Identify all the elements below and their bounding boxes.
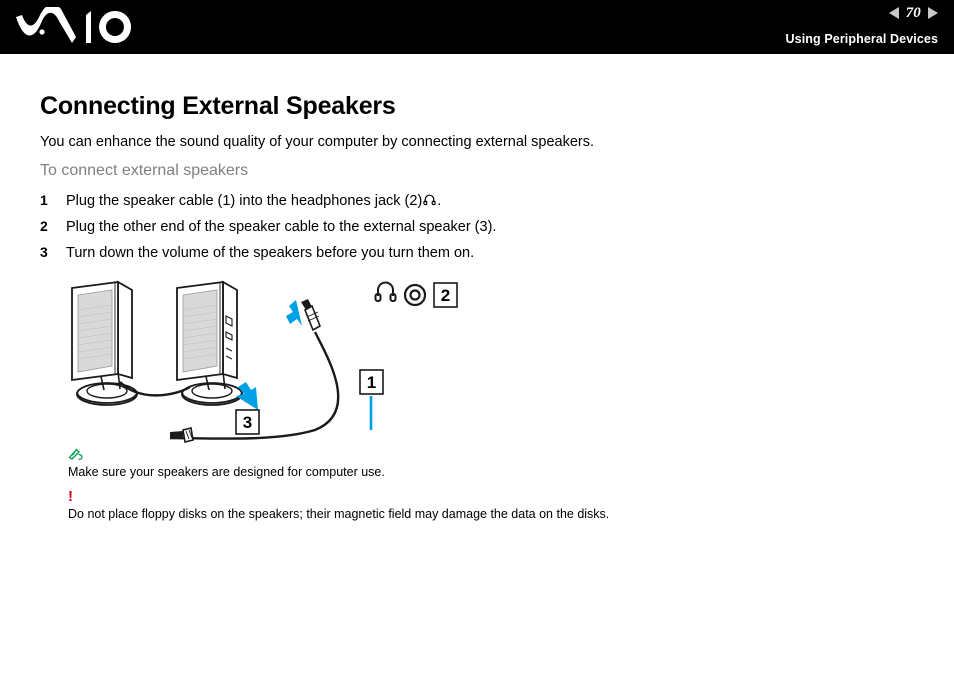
step-number: 3 [40,244,48,260]
step-text-before: Plug the speaker cable (1) into the head… [66,193,423,209]
step-text: Turn down the volume of the speakers bef… [66,245,475,261]
right-speaker-illustration [176,280,243,406]
audio-jack-port-icon [403,283,427,307]
intro-paragraph: You can enhance the sound quality of you… [40,134,595,150]
exclamation-icon: ! [68,488,73,505]
callout-1: 1 [359,369,384,430]
pencil-note-icon [68,448,385,463]
svg-text:3: 3 [243,413,252,432]
external-speakers-connection-diagram: 2 1 3 [60,270,480,455]
warning-note-text: Do not place floppy disks on the speaker… [68,507,610,521]
callout-3: 3 [235,409,260,435]
svg-text:2: 2 [441,286,450,305]
procedure-subheading: To connect external speakers [40,162,249,179]
triangle-right-icon[interactable] [928,7,938,19]
headphones-icon [423,193,436,210]
callout-2: 2 [433,282,458,308]
step-number: 1 [40,192,48,208]
page-pager: 70 [786,4,938,22]
procedure-steps: 1 Plug the speaker cable (1) into the he… [40,192,740,270]
page-title: Connecting External Speakers [40,92,396,120]
step-text: Plug the other end of the speaker cable … [66,219,497,235]
arrow-to-speaker-icon [236,382,258,410]
tip-note-text: Make sure your speakers are designed for… [68,465,385,479]
triangle-left-icon[interactable] [888,7,899,19]
page-header: 70 Using Peripheral Devices [0,0,954,54]
header-section-title: Using Peripheral Devices [785,32,938,46]
vaio-logo [14,4,142,47]
headphones-port-icon [374,281,397,302]
audio-plug-left [170,427,194,443]
step-text-after: . [437,193,442,209]
step-item: 1 Plug the speaker cable (1) into the he… [40,192,740,211]
arrow-to-jack-icon [286,300,302,326]
tip-note: Make sure your speakers are designed for… [68,448,385,479]
warning-note: ! Do not place floppy disks on the speak… [68,488,610,521]
svg-text:1: 1 [367,373,376,392]
audio-plug-top [301,299,322,332]
step-text: Plug the speaker cable (1) into the head… [66,193,441,210]
header-navigation: 70 Using Peripheral Devices [786,4,938,46]
step-item: 3 Turn down the volume of the speakers b… [40,244,740,263]
step-number: 2 [40,218,48,234]
page-number: 70 [905,4,921,21]
step-item: 2 Plug the other end of the speaker cabl… [40,218,740,237]
